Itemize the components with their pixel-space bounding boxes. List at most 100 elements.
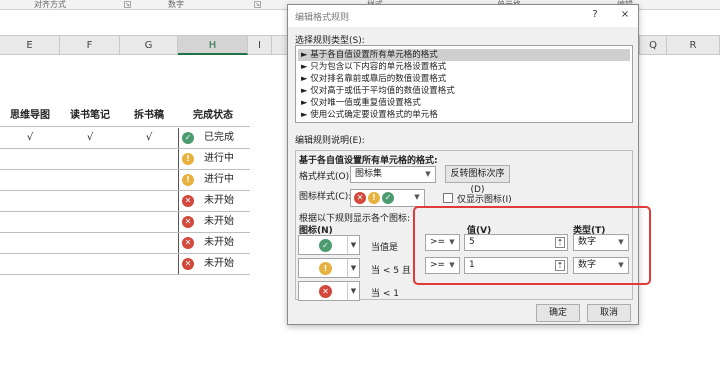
chevron-down-icon: ▼ [347,236,359,254]
format-style-value: 图标集 [355,169,383,179]
column-header-r[interactable]: R [667,36,720,55]
table-cell[interactable] [120,170,178,190]
number-launcher-icon[interactable]: ↘ [254,1,261,8]
ribbon-alignment-label: 对齐方式 [34,0,66,9]
table-cell[interactable] [0,254,60,274]
column-header-f[interactable]: F [60,36,120,55]
header-status[interactable]: 完成状态 [178,106,248,126]
condition2-icon-select[interactable]: ! ▼ [298,258,360,278]
exclamation-icon: ! [368,192,380,204]
table-cell[interactable]: √ [0,128,60,148]
alignment-launcher-icon[interactable]: ↘ [124,1,131,8]
cross-icon: ✕ [182,195,194,207]
chevron-down-icon: ▼ [425,170,431,178]
table-row: ✕ 未开始 [0,233,250,254]
status-text: 未开始 [204,258,234,269]
format-style-select[interactable]: 图标集 ▼ [350,166,436,183]
rule-type-item[interactable]: ► 仅对唯一值或重复值设置格式 [298,97,630,109]
table-cell[interactable]: √ [60,128,120,148]
column-header-g[interactable]: G [120,36,178,55]
dialog-titlebar[interactable]: 编辑格式规则 ? × [288,5,638,27]
column-header-i[interactable]: I [248,36,272,55]
condition1-text: 当值是 [371,243,399,253]
rule-type-list[interactable]: ► 基于各自值设置所有单元格的格式 ► 只为包含以下内容的单元格设置格式 ► 仅… [295,45,633,123]
table-cell[interactable] [0,170,60,190]
column-header-e[interactable]: E [0,36,60,55]
close-button[interactable]: × [618,8,632,22]
icon-style-label: 图标样式(C): [299,192,352,202]
table-row: √ √ √ ✓ 已完成 [0,128,250,149]
table-cell[interactable] [0,149,60,169]
chevron-down-icon: ▼ [347,282,359,300]
check-icon: ✓ [319,239,332,252]
table-row: ! 进行中 [0,149,250,170]
condition3-text: 当 < 1 [371,289,399,299]
rule-type-item[interactable]: ► 仅对高于或低于平均值的数值设置格式 [298,85,630,97]
table-cell[interactable] [60,191,120,211]
show-icon-only-label: 仅显示图标(I) [457,195,512,205]
header-book-split[interactable]: 拆书稿 [120,106,178,126]
table-header-row: 思维导图 读书笔记 拆书稿 完成状态 [0,106,250,127]
status-cell[interactable]: ✕ 未开始 [178,191,248,211]
status-cell[interactable]: ✕ 未开始 [178,233,248,253]
table-row: ✕ 未开始 [0,212,250,233]
status-text: 未开始 [204,216,234,227]
condition2-text: 当 < 5 且 [371,266,411,276]
table-row: ✕ 未开始 [0,191,250,212]
table-cell[interactable] [60,233,120,253]
cross-icon: ✕ [182,216,194,228]
table-cell[interactable] [60,170,120,190]
table-cell[interactable] [0,233,60,253]
status-cell[interactable]: ✕ 未开始 [178,212,248,232]
chevron-down-icon: ▼ [347,259,359,277]
status-cell[interactable]: ✓ 已完成 [178,128,248,148]
status-cell[interactable]: ! 进行中 [178,149,248,169]
status-cell[interactable]: ✕ 未开始 [178,254,248,274]
ok-button[interactable]: 确定 [536,304,580,322]
cross-icon: ✕ [182,237,194,249]
table-cell[interactable] [120,212,178,232]
condition3-icon-select[interactable]: ✕ ▼ [298,281,360,301]
reverse-icon-order-button[interactable]: 反转图标次序(D) [445,165,510,195]
rule-type-item[interactable]: ► 使用公式确定要设置格式的单元格 [298,109,630,121]
cross-icon: ✕ [354,192,366,204]
desc-heading: 基于各自值设置所有单元格的格式: [299,156,438,166]
icon-style-select[interactable]: ✕ ! ✓ ▼ [350,189,425,207]
table-cell[interactable] [60,254,120,274]
rule-type-item[interactable]: ► 基于各自值设置所有单元格的格式 [298,49,630,61]
table-cell[interactable] [60,212,120,232]
table-cell[interactable] [120,254,178,274]
show-icon-only-checkbox[interactable] [443,193,453,203]
rule-type-item[interactable]: ► 仅对排名靠前或靠后的数值设置格式 [298,73,630,85]
cancel-button[interactable]: 取消 [587,304,631,322]
table-cell[interactable] [120,233,178,253]
status-text: 未开始 [204,237,234,248]
header-mindmap[interactable]: 思维导图 [0,106,60,126]
rule-type-item[interactable]: ► 只为包含以下内容的单元格设置格式 [298,61,630,73]
chevron-down-icon: ▼ [414,193,420,201]
column-header-h[interactable]: H [178,36,248,55]
table-row: ! 进行中 [0,170,250,191]
cross-icon: ✕ [182,258,194,270]
table-cell[interactable] [0,191,60,211]
status-cell[interactable]: ! 进行中 [178,170,248,190]
status-text: 进行中 [204,174,234,185]
table-cell[interactable]: √ [120,128,178,148]
table-cell[interactable] [120,149,178,169]
format-style-label: 格式样式(O): [299,172,353,182]
table-row: ✕ 未开始 [0,254,250,275]
table-cell[interactable] [120,191,178,211]
status-text: 进行中 [204,153,234,164]
help-button[interactable]: ? [588,8,602,22]
header-reading-notes[interactable]: 读书笔记 [60,106,120,126]
column-header-q[interactable]: Q [639,36,667,55]
check-icon: ✓ [382,192,394,204]
dialog-title: 编辑格式规则 [295,13,350,23]
exclamation-icon: ! [182,174,194,186]
condition1-icon-select[interactable]: ✓ ▼ [298,235,360,255]
exclamation-icon: ! [319,262,332,275]
ribbon-number-label: 数字 [168,0,184,9]
status-text: 已完成 [204,132,234,143]
table-cell[interactable] [0,212,60,232]
table-cell[interactable] [60,149,120,169]
